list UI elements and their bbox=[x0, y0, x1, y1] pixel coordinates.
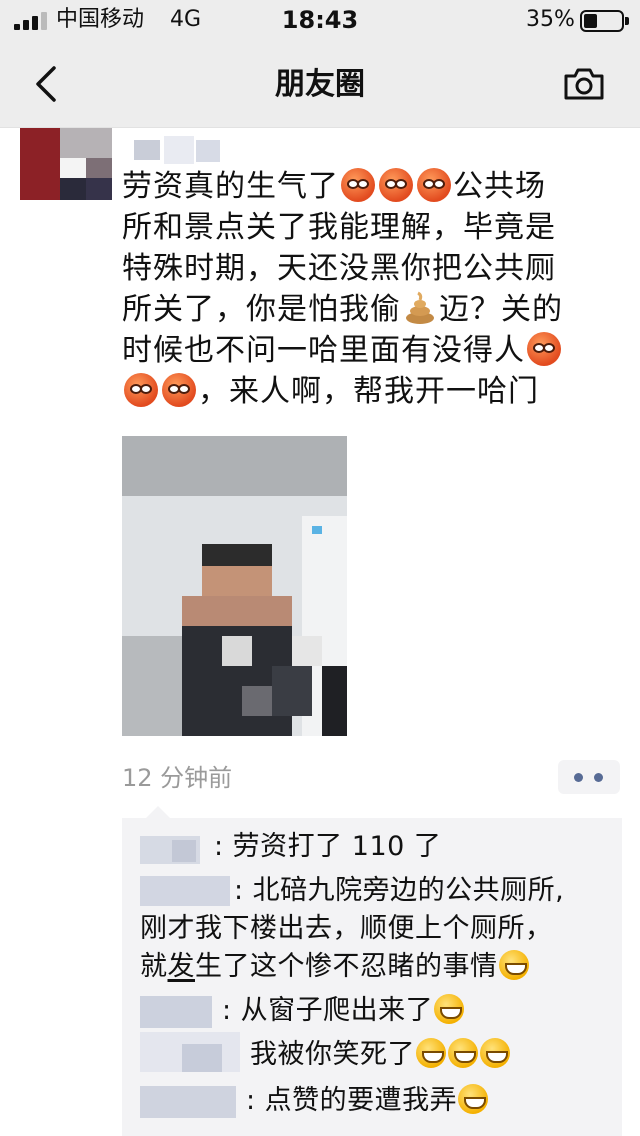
post-content: 劳资真的生气了 公共场 所和景点关了我能理解，毕竟是 特殊时期，天还没黑你把公共厕… bbox=[122, 166, 622, 412]
grinning-face-icon bbox=[448, 1038, 478, 1068]
post-line: 时候也不问一哈里面有没得人 bbox=[122, 330, 622, 371]
avatar[interactable] bbox=[20, 128, 112, 200]
nav-bar: 朋友圈 bbox=[0, 40, 640, 128]
angry-face-icon bbox=[341, 168, 375, 202]
grinning-face-icon bbox=[480, 1038, 510, 1068]
page-title: 朋友圈 bbox=[275, 67, 365, 102]
commenter-name-blurred bbox=[140, 876, 230, 906]
poop-icon bbox=[403, 291, 437, 325]
status-bar: 中国移动 4G 18:43 35% bbox=[0, 0, 640, 40]
post-line: ，来人啊，帮我开一哈门 bbox=[122, 371, 622, 412]
battery-fill bbox=[584, 14, 597, 28]
laughing-tears-icon bbox=[434, 994, 465, 1024]
post-photo[interactable] bbox=[122, 436, 347, 736]
post-line: 所关了，你是怕我偷 迈？关的 bbox=[122, 291, 563, 327]
comment-text: 就发生了这个惨不忍睹的事情 bbox=[140, 948, 530, 986]
commenter-name-blurred bbox=[140, 996, 212, 1028]
comment-text: : 北碚九院旁边的公共厕所, bbox=[234, 875, 565, 906]
post-line: 所和景点关了我能理解，毕竟是 bbox=[122, 210, 556, 245]
angry-face-icon bbox=[124, 373, 158, 407]
grinning-face-icon bbox=[416, 1038, 446, 1068]
post-timestamp: 12 分钟前 bbox=[122, 764, 233, 792]
camera-icon[interactable] bbox=[562, 66, 606, 102]
angry-face-icon bbox=[417, 168, 451, 202]
kissing-face-icon bbox=[458, 1084, 489, 1114]
post-line: 特殊时期，天还没黑你把公共厕 bbox=[122, 251, 556, 286]
battery-percent: 35% bbox=[526, 7, 575, 32]
post-line: 劳资真的生气了 公共场 bbox=[122, 168, 546, 204]
comment-text: 刚才我下楼出去，顺便上个厕所， bbox=[140, 913, 553, 944]
angry-face-icon bbox=[379, 168, 413, 202]
comment-text: : 劳资打了 110 了 bbox=[214, 831, 442, 862]
commenter-name-blurred bbox=[140, 1086, 236, 1118]
laughing-tears-icon bbox=[498, 950, 529, 980]
battery-icon bbox=[580, 10, 629, 32]
comment-text: : 点赞的要遭我弄 bbox=[246, 1082, 489, 1120]
more-dots-icon[interactable] bbox=[558, 760, 620, 794]
comment-text: : 从窗子爬出来了 bbox=[222, 992, 465, 1030]
angry-face-icon bbox=[527, 332, 561, 366]
username-blurred[interactable] bbox=[134, 136, 224, 164]
comment-text: 我被你笑死了 bbox=[250, 1036, 511, 1074]
comment-section: : 劳资打了 110 了 : 北碚九院旁边的公共厕所, 刚才我下楼出去，顺便上个… bbox=[122, 806, 622, 1136]
angry-face-icon bbox=[162, 373, 196, 407]
